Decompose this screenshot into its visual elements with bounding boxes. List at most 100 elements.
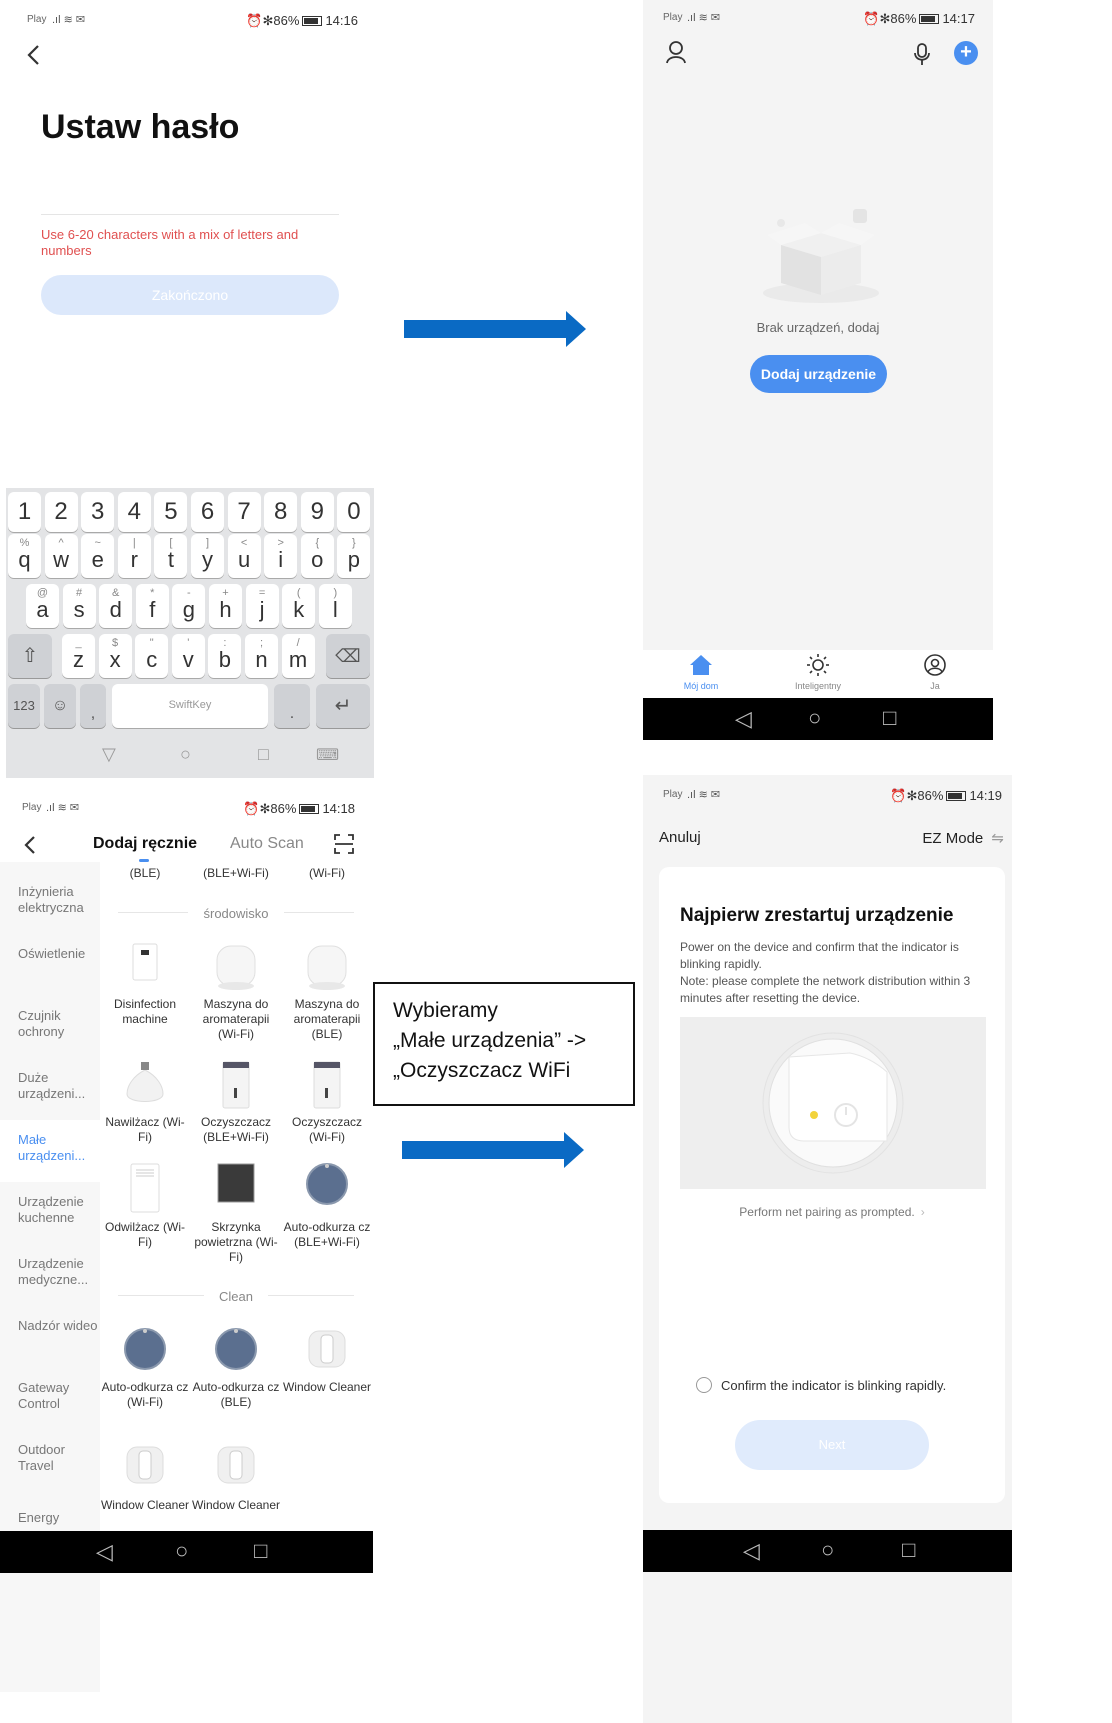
key-9[interactable]: 9 bbox=[300, 492, 334, 532]
add-circle-icon[interactable]: + bbox=[954, 41, 978, 65]
comma-key[interactable]: , bbox=[80, 684, 106, 728]
confirm-checkbox[interactable] bbox=[696, 1377, 712, 1393]
recents-square-icon[interactable]: □ bbox=[258, 744, 269, 765]
finish-button[interactable]: Zakończono bbox=[41, 275, 339, 315]
device-item[interactable]: Maszyna do aromaterapii (Wi-Fi) bbox=[191, 942, 281, 1043]
home-circle-icon[interactable]: ○ bbox=[180, 744, 191, 765]
recents-square-icon[interactable]: □ bbox=[254, 1538, 267, 1564]
password-input-line[interactable] bbox=[41, 214, 339, 215]
key-g[interactable]: -g bbox=[172, 584, 206, 628]
backspace-key[interactable]: ⌫ bbox=[326, 634, 370, 678]
key-j[interactable]: = j bbox=[245, 584, 279, 628]
key-7[interactable]: 7 bbox=[227, 492, 261, 532]
key-t[interactable]: [t bbox=[154, 534, 188, 578]
shift-key[interactable]: ⇧ bbox=[8, 634, 52, 678]
key-y[interactable]: ] y bbox=[191, 534, 224, 578]
back-triangle-icon[interactable]: ◁ bbox=[735, 706, 752, 732]
key-u[interactable]: < u bbox=[227, 534, 261, 578]
tab-my-home[interactable]: Mój dom bbox=[671, 654, 731, 691]
key-x[interactable]: $ x bbox=[98, 634, 132, 678]
key-d[interactable]: & d bbox=[99, 584, 133, 628]
key-m[interactable]: / m bbox=[281, 634, 315, 678]
key-s[interactable]: # s bbox=[62, 584, 96, 628]
key-r[interactable]: | r bbox=[117, 534, 151, 578]
key-5[interactable]: 5 bbox=[154, 492, 188, 532]
key-p[interactable]: } p bbox=[337, 534, 371, 578]
device-item[interactable]: Window Cleaner bbox=[100, 1443, 190, 1544]
tab-smart[interactable]: Inteligentny bbox=[783, 654, 853, 691]
device-item[interactable]: Oczyszczacz (Wi-Fi) bbox=[282, 1060, 372, 1161]
key-b[interactable]: :b bbox=[208, 634, 242, 678]
key-0[interactable]: 0 bbox=[337, 492, 371, 532]
period-key[interactable]: . bbox=[274, 684, 310, 728]
cancel-button[interactable]: Anuluj bbox=[659, 829, 701, 846]
key-i[interactable]: > i bbox=[264, 534, 298, 578]
pairing-prompt-link[interactable]: Perform net pairing as prompted. › bbox=[659, 1205, 1005, 1219]
home-circle-icon[interactable]: ○ bbox=[808, 705, 821, 731]
sidebar-item-category[interactable]: Nadzór wideo bbox=[18, 1318, 98, 1334]
space-key[interactable]: SwiftKey bbox=[112, 684, 268, 728]
device-item[interactable]: Maszyna do aromaterapii (BLE) bbox=[282, 942, 372, 1043]
sidebar-item-category[interactable]: Energy bbox=[18, 1510, 98, 1526]
device-item[interactable]: Window Cleaner bbox=[191, 1443, 281, 1544]
back-triangle-icon[interactable]: ◁ bbox=[743, 1538, 760, 1564]
device-item[interactable]: Auto-odkurza cz (Wi-Fi) bbox=[100, 1327, 190, 1426]
key-o[interactable]: {o bbox=[300, 534, 334, 578]
sidebar-item-category[interactable]: Duże urządzeni... bbox=[18, 1070, 98, 1102]
device-item[interactable]: Auto-odkurza cz (BLE+Wi-Fi) bbox=[282, 1162, 372, 1266]
emoji-key[interactable]: ☺ bbox=[44, 684, 76, 728]
profile-icon[interactable] bbox=[665, 40, 687, 69]
device-item[interactable]: Window Cleaner bbox=[282, 1327, 372, 1426]
scan-icon[interactable] bbox=[334, 834, 354, 859]
recents-square-icon[interactable]: □ bbox=[883, 705, 896, 731]
sidebar-item-category[interactable]: Czujnik ochrony bbox=[18, 1008, 98, 1040]
chevron-left-icon[interactable] bbox=[26, 44, 42, 66]
tab-me[interactable]: Ja bbox=[905, 654, 965, 691]
key-1[interactable]: 1 bbox=[8, 492, 41, 532]
sidebar-item-category[interactable]: Małe urządzeni... bbox=[18, 1132, 98, 1164]
next-button[interactable]: Next bbox=[735, 1420, 929, 1470]
key-n[interactable]: ; n bbox=[245, 634, 278, 678]
tab-auto-scan[interactable]: Auto Scan bbox=[230, 835, 304, 853]
sidebar-item-category[interactable]: Inżynieria elektryczna bbox=[18, 884, 98, 916]
key-w[interactable]: ^ w bbox=[44, 534, 78, 578]
keyboard-hide-icon[interactable]: ⌨ bbox=[316, 745, 339, 765]
key-v[interactable]: ' v bbox=[171, 634, 205, 678]
key-c[interactable]: " c bbox=[135, 634, 169, 678]
sidebar-item-category[interactable]: Outdoor Travel bbox=[18, 1442, 98, 1474]
device-item[interactable]: Disinfection machine bbox=[100, 942, 190, 1043]
key-3[interactable]: 3 bbox=[81, 492, 115, 532]
enter-key[interactable]: ↵ bbox=[316, 684, 370, 728]
sidebar-item-category[interactable]: Gateway Control bbox=[18, 1380, 98, 1412]
sidebar-item-category[interactable]: Urządzenie medyczne... bbox=[18, 1256, 98, 1288]
back-triangle-icon[interactable]: ▽ bbox=[102, 744, 116, 765]
home-circle-icon[interactable]: ○ bbox=[175, 1538, 188, 1564]
key-8[interactable]: 8 bbox=[264, 492, 298, 532]
key-l[interactable]: ) l bbox=[318, 584, 352, 628]
add-device-button[interactable]: Dodaj urządzenie bbox=[750, 355, 887, 393]
sidebar-item-category[interactable]: Oświetlenie bbox=[18, 946, 98, 962]
sidebar-item-category[interactable]: Urządzenie kuchenne bbox=[18, 1194, 98, 1226]
key-f[interactable]: * f bbox=[135, 584, 169, 628]
numbers-key[interactable]: 123 bbox=[8, 684, 40, 728]
key-4[interactable]: 4 bbox=[117, 492, 151, 532]
device-item[interactable]: Oczyszczacz (BLE+Wi-Fi) bbox=[191, 1060, 281, 1161]
microphone-icon[interactable] bbox=[913, 42, 931, 71]
home-circle-icon[interactable]: ○ bbox=[821, 1537, 834, 1563]
device-item[interactable]: Odwilżacz (Wi-Fi) bbox=[100, 1162, 190, 1266]
key-z[interactable]: _ z bbox=[62, 634, 95, 678]
chevron-left-icon[interactable] bbox=[23, 835, 37, 860]
device-item[interactable]: Skrzynka powietrzna (Wi-Fi) bbox=[191, 1162, 281, 1266]
key-q[interactable]: % q bbox=[8, 534, 41, 578]
key-k[interactable]: (k bbox=[282, 584, 316, 628]
ez-mode-switch[interactable]: EZ Mode ⇋ bbox=[922, 829, 1004, 847]
key-a[interactable]: @ a bbox=[26, 584, 59, 628]
recents-square-icon[interactable]: □ bbox=[902, 1537, 915, 1563]
key-6[interactable]: 6 bbox=[191, 492, 224, 532]
back-triangle-icon[interactable]: ◁ bbox=[96, 1539, 113, 1565]
key-e[interactable]: ~ e bbox=[81, 534, 115, 578]
key-2[interactable]: 2 bbox=[44, 492, 78, 532]
device-item[interactable]: Nawilżacz (Wi-Fi) bbox=[100, 1060, 190, 1161]
key-h[interactable]: + h bbox=[209, 584, 242, 628]
device-item[interactable]: Auto-odkurza cz (BLE) bbox=[191, 1327, 281, 1426]
